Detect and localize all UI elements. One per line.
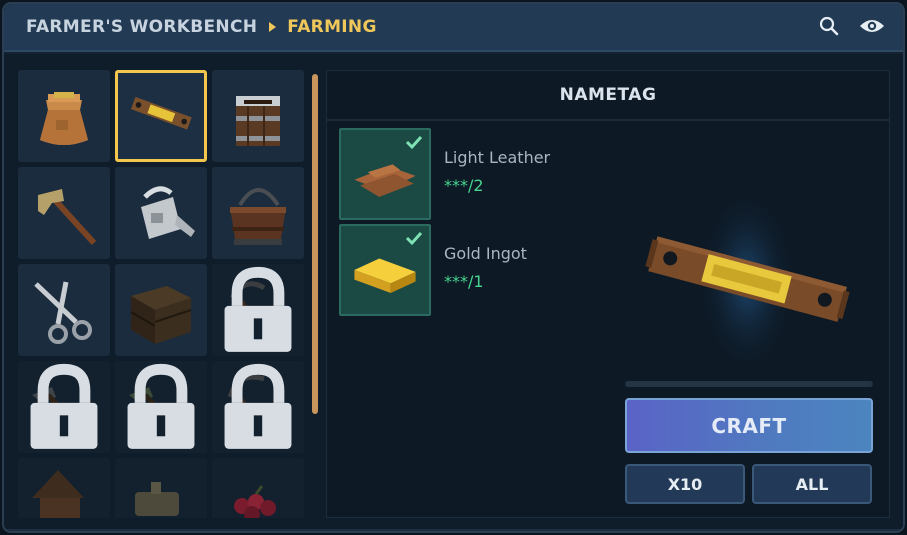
ingredient-slot[interactable] [339,224,431,316]
nametag-icon [130,96,192,130]
recipe-detail-panel: NAMETAG Light Leather ***/2 Gold Ingot *… [326,70,890,518]
check-icon [405,231,423,246]
breadcrumb-current: FARMING [287,17,377,37]
bucket-icon [236,96,280,146]
lock-icon [127,363,195,449]
lock-icon [224,363,292,449]
sprinkler-icon [135,482,179,516]
recipe-slot-nametag[interactable] [115,70,207,162]
recipe-slot-hoe[interactable] [18,167,110,259]
basket-icon [230,188,286,245]
recipe-slot-sickle[interactable] [212,264,304,356]
ingredient-count: ***/2 [444,176,484,195]
berries-icon [234,485,276,518]
eye-icon[interactable] [859,17,885,35]
recipe-slot-sprinkler[interactable] [115,458,207,518]
recipe-slot-birdhouse[interactable] [18,458,110,518]
breadcrumb-arrow-icon [269,22,277,32]
lock-icon [30,363,98,449]
birdhouse-icon [32,470,84,518]
title-bar: FARMER'S WORKBENCH FARMING [4,4,903,52]
craft-progress-bar [625,381,873,387]
nametag-icon [645,186,850,376]
crate-icon [130,286,192,344]
detail-header: NAMETAG [327,71,889,121]
recipe-slot-seed-bag[interactable] [18,70,110,162]
hoe-icon [38,189,97,246]
lock-icon [224,266,292,352]
recipe-grid [18,70,308,518]
window-footer [4,529,903,531]
ingredient-name: Light Leather [444,148,551,167]
craft-all-button[interactable]: ALL [752,464,872,504]
recipe-slot-basket[interactable] [212,167,304,259]
breadcrumb-root[interactable]: FARMER'S WORKBENCH [26,17,257,37]
recipe-slot-crate[interactable] [115,264,207,356]
ingredient-slot[interactable] [339,128,431,220]
item-preview [627,181,867,381]
craft-button[interactable]: CRAFT [625,398,873,453]
seed-bag-icon [40,92,88,145]
recipe-scrollbar[interactable] [312,74,318,414]
ingredient-name: Gold Ingot [444,244,527,263]
recipe-title: NAMETAG [559,85,657,105]
search-icon[interactable] [819,16,839,36]
shears-icon [34,281,92,344]
recipe-slot-berries[interactable] [212,458,304,518]
workbench-body: NAMETAG Light Leather ***/2 Gold Ingot *… [4,54,903,529]
recipe-slot-scythe[interactable] [212,361,304,453]
check-icon [405,135,423,150]
watering-can-icon [141,186,195,239]
recipe-slot-iron-hoe[interactable] [18,361,110,453]
recipe-slot-green-hoe[interactable] [115,361,207,453]
recipe-slot-watering-can[interactable] [115,167,207,259]
recipe-slot-bucket[interactable] [212,70,304,162]
ingredient-count: ***/1 [444,272,484,291]
craft-x10-button[interactable]: X10 [625,464,745,504]
workbench-window: FARMER'S WORKBENCH FARMING NAMETAG Light… [2,2,905,533]
recipe-slot-shears[interactable] [18,264,110,356]
